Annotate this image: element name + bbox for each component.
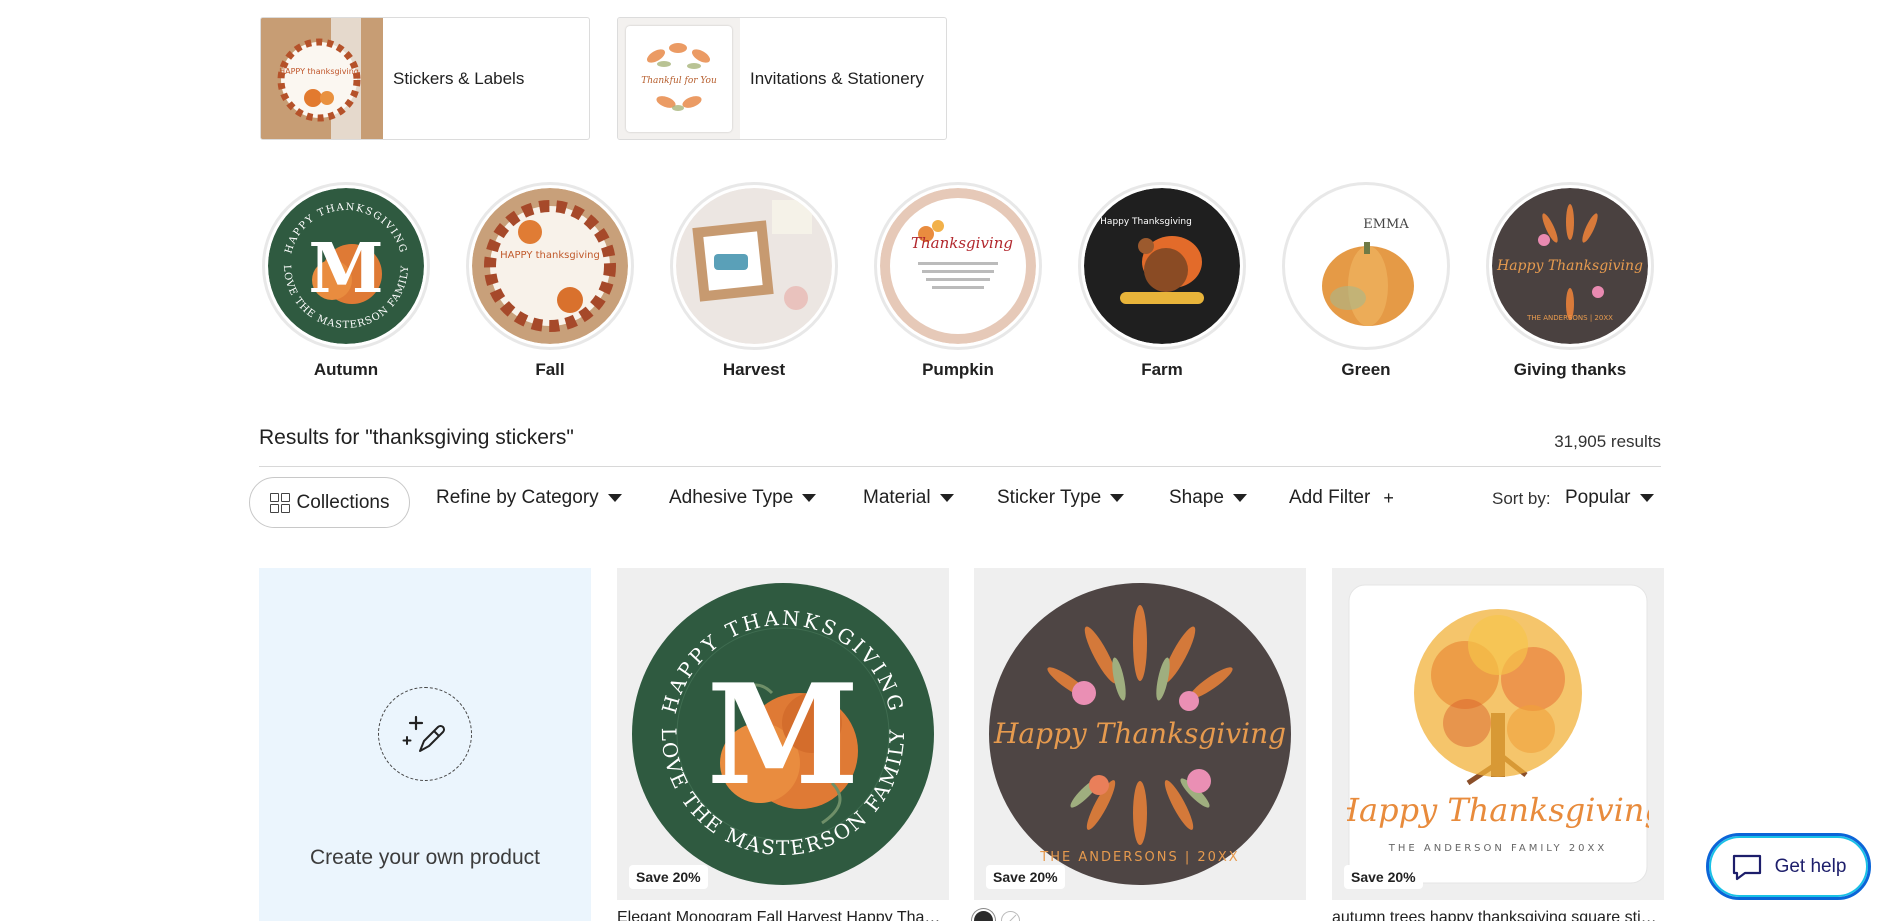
discount-badge: Save 20% — [629, 865, 708, 889]
filter-label: Material — [863, 487, 931, 508]
style-harvest[interactable]: Harvest — [670, 182, 838, 380]
svg-text:HAPPY thanksgiving: HAPPY thanksgiving — [279, 67, 359, 76]
add-filter-button[interactable]: Add Filter + — [1289, 487, 1394, 509]
svg-text:EMMA: EMMA — [1363, 217, 1409, 232]
svg-text:Happy Thanksgiving: Happy Thanksgiving — [1496, 258, 1643, 274]
create-circle — [378, 687, 472, 781]
style-giving-thanks[interactable]: Happy Thanksgiving THE ANDERSONS | 20XX … — [1486, 182, 1654, 380]
svg-text:Thankful for You: Thankful for You — [641, 76, 717, 86]
style-image: EMMA — [1288, 188, 1444, 344]
svg-text:M: M — [308, 229, 383, 309]
style-green[interactable]: EMMA Green — [1282, 182, 1450, 380]
filter-sticker-type[interactable]: Sticker Type — [997, 487, 1125, 509]
product-image: M HAPPY THANKSGIVING LOVE THE MASTERSON … — [632, 583, 934, 885]
style-label: Autumn — [313, 360, 379, 379]
chevron-down-icon — [939, 494, 954, 502]
category-card-stickers[interactable]: HAPPY thanksgiving Stickers & Labels — [260, 17, 590, 140]
filter-refine-by-category[interactable]: Refine by Category — [436, 487, 622, 509]
svg-text:THE ANDERSONS | 20XX: THE ANDERSONS | 20XX — [1039, 850, 1239, 865]
stickers-thumbnail: HAPPY thanksgiving — [261, 18, 383, 139]
style-image: HAPPY thanksgiving — [472, 188, 628, 344]
divider — [259, 466, 1661, 467]
style-pumpkin[interactable]: Thanksgiving Pumpkin — [874, 182, 1042, 380]
filter-label: Sticker Type — [997, 487, 1102, 508]
style-fall[interactable]: HAPPY thanksgiving Fall — [466, 182, 634, 380]
discount-badge: Save 20% — [1344, 865, 1423, 889]
product-title[interactable]: Elegant Monogram Fall Harvest Happy Than… — [617, 909, 949, 921]
svg-text:THE ANDERSONS | 20XX: THE ANDERSONS | 20XX — [1526, 314, 1613, 322]
filter-label: Shape — [1169, 487, 1224, 508]
style-label: Fall — [535, 360, 565, 379]
svg-text:THE ANDERSON FAMILY 20XX: THE ANDERSON FAMILY 20XX — [1388, 843, 1608, 854]
sort-label: Sort by: — [1492, 489, 1551, 508]
svg-text:Happy Thanksgiving: Happy Thanksgiving — [993, 717, 1286, 750]
style-image: Thanksgiving — [880, 188, 1036, 344]
style-image: M HAPPY THANKSGIVING LOVE THE MASTERSON … — [268, 188, 424, 344]
filter-label: Refine by Category — [436, 487, 599, 508]
chevron-down-icon — [1639, 494, 1654, 502]
sort-value: Popular — [1565, 487, 1631, 508]
filter-adhesive-type[interactable]: Adhesive Type — [669, 487, 817, 509]
style-label: Green — [1341, 360, 1391, 379]
product-tile[interactable]: Happy Thanksgiving THE ANDERSON FAMILY 2… — [1332, 568, 1664, 900]
style-label: Harvest — [722, 360, 786, 379]
filter-label: Adhesive Type — [669, 487, 794, 508]
chevron-down-icon — [607, 494, 622, 502]
collections-button[interactable]: Collections — [249, 477, 410, 528]
invitations-thumbnail: Thankful for You — [618, 18, 740, 139]
get-help-button[interactable]: Get help — [1706, 833, 1871, 900]
chevron-down-icon — [802, 494, 817, 502]
style-image: Happy Thanksgiving — [1084, 188, 1240, 344]
results-count: 31,905 results — [1554, 432, 1661, 451]
svg-text:HAPPY thanksgiving: HAPPY thanksgiving — [500, 250, 600, 261]
color-swatch-white[interactable] — [1001, 911, 1020, 921]
results-title: Results for "thanksgiving stickers" — [259, 426, 574, 449]
svg-text:Happy Thanksgiving: Happy Thanksgiving — [1100, 217, 1192, 227]
filter-material[interactable]: Material — [863, 487, 954, 509]
style-label: Giving thanks — [1513, 360, 1627, 379]
magic-pen-icon — [402, 715, 446, 752]
style-farm[interactable]: Happy Thanksgiving Farm — [1078, 182, 1246, 380]
color-swatch-dark[interactable] — [974, 911, 993, 921]
filter-shape[interactable]: Shape — [1169, 487, 1247, 509]
product-tile[interactable]: M HAPPY THANKSGIVING LOVE THE MASTERSON … — [617, 568, 949, 900]
style-label: Farm — [1141, 360, 1183, 379]
plus-icon: + — [1383, 487, 1394, 508]
product-title[interactable]: autumn trees happy thanksgiving square s… — [1332, 909, 1664, 921]
collections-label: Collections — [296, 491, 390, 513]
category-card-invitations[interactable]: Thankful for You Invitations & Stationer… — [617, 17, 947, 140]
style-label: Pumpkin — [922, 360, 994, 379]
chevron-down-icon — [1110, 494, 1125, 502]
product-tile[interactable]: Happy Thanksgiving THE ANDERSONS | 20XX … — [974, 568, 1306, 900]
grid-icon — [269, 492, 290, 513]
svg-text:Happy Thanksgiving: Happy Thanksgiving — [1347, 791, 1649, 829]
chevron-down-icon — [1232, 494, 1247, 502]
create-label: Create your own product — [310, 846, 540, 869]
style-autumn[interactable]: M HAPPY THANKSGIVING LOVE THE MASTERSON … — [262, 182, 430, 380]
category-label: Invitations & Stationery — [750, 68, 924, 88]
sort-dropdown[interactable]: Popular — [1565, 487, 1654, 509]
category-label: Stickers & Labels — [393, 68, 525, 88]
discount-badge: Save 20% — [986, 865, 1065, 889]
get-help-label: Get help — [1774, 855, 1847, 877]
style-image — [676, 188, 832, 344]
svg-text:M: M — [707, 653, 860, 816]
swatch-slash-icon — [1009, 914, 1017, 921]
svg-text:Thanksgiving: Thanksgiving — [911, 234, 1013, 252]
product-image: Happy Thanksgiving THE ANDERSON FAMILY 2… — [1347, 584, 1649, 884]
chat-icon — [1732, 854, 1761, 880]
style-image: Happy Thanksgiving THE ANDERSONS | 20XX — [1492, 188, 1648, 344]
add-filter-label: Add Filter — [1289, 487, 1371, 508]
create-your-own-tile[interactable]: Create your own product — [259, 568, 591, 921]
product-image: Happy Thanksgiving THE ANDERSONS | 20XX — [989, 583, 1291, 885]
